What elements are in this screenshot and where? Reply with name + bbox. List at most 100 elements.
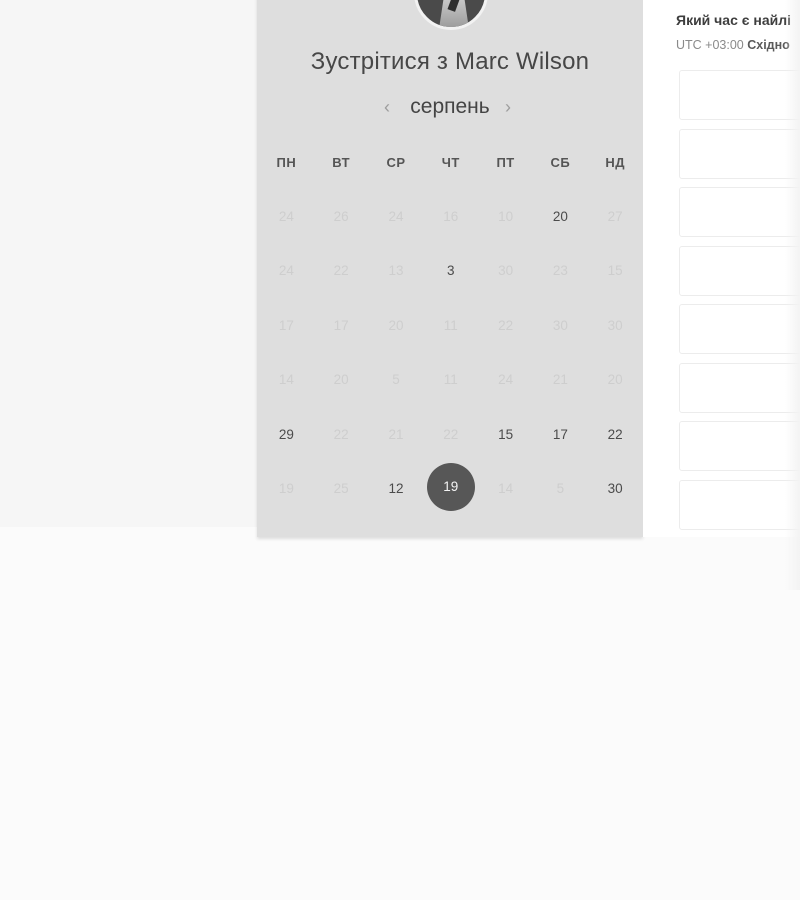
calendar-day-number: 30 (607, 317, 623, 333)
time-slot[interactable] (679, 245, 800, 296)
calendar-day: 16 (423, 189, 478, 244)
calendar-day-number: 24 (278, 263, 294, 279)
calendar-day: 20 (588, 353, 643, 408)
calendar-day: 22 (423, 407, 478, 462)
calendar-day-number: 11 (443, 372, 458, 388)
calendar-day[interactable]: 22 (588, 407, 643, 462)
calendar-day[interactable]: 17 (533, 407, 588, 462)
calendar-day-number: 24 (498, 372, 514, 388)
timezone-selector[interactable]: UTC +03:00 Східно (676, 38, 790, 52)
calendar-day: 14 (478, 462, 533, 517)
avatar-photo (414, 0, 488, 30)
calendar-day: 30 (588, 298, 643, 353)
weekday-label: ЧТ (441, 155, 460, 170)
calendar-day-number: 20 (388, 317, 404, 333)
calendar-day-number: 22 (443, 426, 459, 442)
calendar-day: 20 (369, 298, 424, 353)
calendar-day-number: 14 (498, 481, 514, 497)
calendar-day-number: 22 (333, 263, 349, 279)
calendar-day: 11 (423, 353, 478, 408)
calendar-day-number: 14 (278, 372, 294, 388)
weekday-label: СР (386, 155, 406, 170)
time-slot[interactable] (679, 479, 800, 530)
weekday-label: НД (605, 155, 625, 170)
calendar-day-number: 5 (556, 481, 565, 497)
timezone-name: Східно (747, 38, 790, 52)
calendar-day[interactable]: 12 (369, 462, 424, 517)
calendar-day-number: 16 (443, 208, 459, 224)
calendar-day: 5 (369, 353, 424, 408)
calendar-day[interactable]: 20 (533, 189, 588, 244)
calendar-panel: Зустрітися з Marc Wilson ‹ серпень › ПН … (257, 0, 643, 537)
calendar-day[interactable]: 29 (259, 407, 314, 462)
weekday-label: СБ (550, 155, 571, 170)
chevron-right-icon[interactable]: › (505, 97, 511, 118)
calendar-day-number: 24 (388, 208, 404, 224)
time-slot[interactable] (679, 362, 800, 413)
time-slot[interactable] (679, 128, 800, 179)
calendar-day-number: 15 (607, 263, 623, 279)
chevron-left-icon[interactable]: ‹ (384, 97, 390, 118)
calendar-day-number: 20 (607, 372, 623, 388)
calendar-day-number: 21 (388, 426, 404, 442)
calendar-day: 27 (588, 189, 643, 244)
calendar-day: 22 (314, 244, 369, 299)
calendar-day-number: 27 (607, 208, 623, 224)
calendar-day-selected[interactable]: 19 (423, 462, 478, 517)
calendar-day-number: 30 (552, 317, 568, 333)
month-navigator: ‹ серпень › (257, 95, 643, 123)
calendar-day: 24 (259, 244, 314, 299)
calendar-day: 17 (259, 298, 314, 353)
calendar-day-number: 22 (607, 426, 623, 442)
calendar-day-number: 23 (552, 263, 568, 279)
time-slot[interactable] (679, 304, 800, 354)
calendar-day-number: 30 (498, 263, 514, 279)
calendar-day: 23 (533, 244, 588, 299)
calendar-day-number: 17 (552, 426, 568, 442)
time-slot[interactable] (679, 421, 800, 471)
calendar-day: 21 (369, 407, 424, 462)
time-selection-panel: Який час є найлі UTC +03:00 Східно (643, 0, 800, 537)
panel-edge-shadow (785, 0, 800, 590)
time-question-heading: Який час є найлі (676, 12, 792, 28)
calendar-day-number: 3 (447, 263, 455, 279)
calendar-day-number: 29 (278, 426, 294, 442)
calendar-day-number: 11 (443, 317, 458, 333)
calendar-day-number: 26 (333, 208, 349, 224)
calendar-day: 26 (314, 189, 369, 244)
calendar-day: 11 (423, 298, 478, 353)
calendar-day-number: 24 (278, 208, 294, 224)
calendar-day-number: 10 (498, 208, 514, 224)
calendar-day-number: 15 (498, 426, 514, 442)
timezone-offset: UTC +03:00 (676, 38, 744, 52)
calendar-day: 24 (369, 189, 424, 244)
weekday-label: ПН (276, 155, 297, 170)
calendar-day[interactable]: 3 (423, 244, 478, 299)
time-slot[interactable] (679, 70, 800, 120)
calendar-day-number: 22 (333, 426, 349, 442)
calendar-day[interactable]: 15 (478, 407, 533, 462)
weekday-label: ПТ (496, 155, 515, 170)
calendar-day: 13 (369, 244, 424, 299)
calendar-day-number: 17 (333, 317, 349, 333)
time-slot[interactable] (679, 187, 800, 237)
calendar-day[interactable]: 30 (588, 462, 643, 517)
calendar-day: 22 (314, 407, 369, 462)
calendar-day: 14 (259, 353, 314, 408)
calendar-day: 10 (478, 189, 533, 244)
calendar-day-number: 30 (607, 481, 623, 497)
calendar-day-number: 5 (392, 372, 400, 388)
meeting-title: Зустрітися з Marc Wilson (310, 48, 590, 75)
calendar-day-number: 22 (498, 317, 514, 333)
host-avatar (414, 0, 488, 30)
calendar-day: 19 (259, 462, 314, 517)
calendar-day-number: 19 (278, 481, 294, 497)
calendar-day-number: 20 (552, 208, 568, 224)
calendar-day: 21 (533, 353, 588, 408)
weekday-header: ПН ВТ СР ЧТ ПТ СБ НД (259, 155, 643, 175)
calendar-day-number: 20 (333, 372, 349, 388)
calendar-day: 25 (314, 462, 369, 517)
month-label: серпень (410, 95, 490, 118)
calendar-day: 30 (478, 244, 533, 299)
calendar-days-grid: 24 26 24 16 10 20 27 24 22 13 3 30 23 15 17 17 20 11 22 30 3… (259, 189, 643, 516)
